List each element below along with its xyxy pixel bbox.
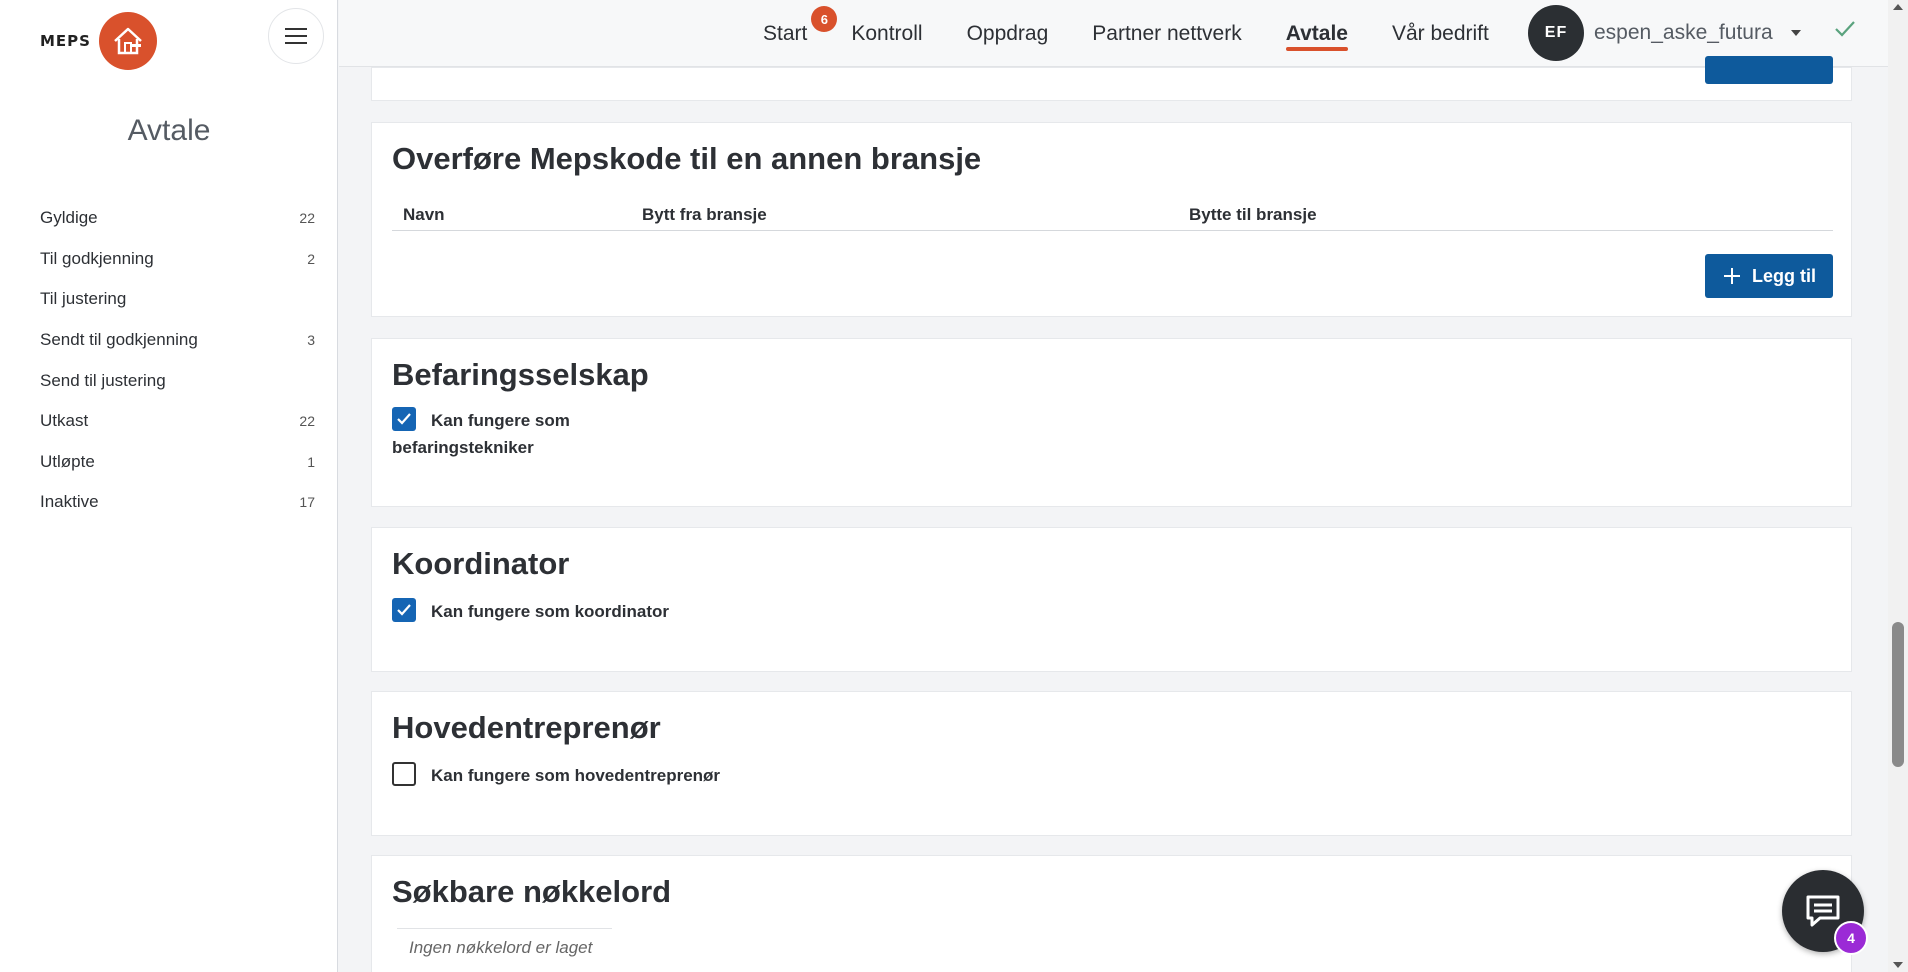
nav-item-label: Kontroll — [851, 21, 923, 45]
transfer-mepscode-section: Overføre Mepskode til en annen bransje N… — [371, 122, 1852, 317]
coordinator-section: Koordinator Kan fungere som koordinator — [371, 527, 1852, 672]
add-transfer-button[interactable]: Legg til — [1705, 254, 1833, 298]
checkbox-label: Kan fungere som hovedentreprenør — [431, 766, 721, 785]
nav-item-var-bedrift[interactable]: Vår bedrift — [1370, 0, 1511, 67]
partial-primary-button[interactable] — [1705, 56, 1833, 84]
divider — [397, 928, 612, 929]
inspection-company-section: Befaringsselskap Kan fungere som befarin… — [371, 338, 1852, 507]
section-title: Koordinator — [392, 546, 570, 581]
nav-item-kontroll[interactable]: Kontroll — [829, 0, 944, 67]
coordinator-checkbox[interactable] — [392, 598, 416, 622]
checkmark-icon — [397, 604, 411, 616]
sidebar-item-label: Utløpte — [40, 451, 95, 471]
column-header-bytt-fra-bransje: Bytt fra bransje — [642, 205, 767, 224]
section-title: Hovedentreprenør — [392, 710, 661, 745]
meps-logo[interactable]: MEPS — [40, 12, 157, 70]
sidebar: MEPS Avtale Gyldige 22 Til godkjenning 2 T… — [0, 0, 338, 972]
plus-icon — [1724, 268, 1740, 284]
sidebar-item-label: Til godkjenning — [40, 248, 154, 268]
main-nav: Start 6 Kontroll Oppdrag Partner nettver… — [741, 0, 1511, 67]
add-button-label: Legg til — [1752, 265, 1816, 286]
coordinator-checbox-row[interactable]: Kan fungere som koordinator — [392, 598, 669, 625]
sidebar-item-count: 1 — [307, 453, 315, 470]
inspection-checkbox-row[interactable]: Kan fungere som — [392, 407, 570, 434]
sidebar-item-label: Inaktive — [40, 492, 99, 512]
sidebar-item-count: 3 — [307, 332, 315, 349]
sidebar-item-label: Sendt til godkjenning — [40, 330, 198, 350]
column-header-navn: Navn — [403, 205, 445, 224]
nav-item-label: Avtale — [1285, 21, 1348, 45]
sidebar-title: Avtale — [127, 114, 211, 147]
checkbox-label-line2: befaringstekniker — [392, 438, 534, 457]
house-logo-icon — [98, 12, 157, 70]
sidebar-item-label: Send til justering — [40, 370, 166, 390]
contractor-checkbox[interactable] — [392, 762, 416, 786]
inspection-checkbox[interactable] — [392, 407, 416, 431]
section-title: Søkbare nøkkelord — [392, 874, 672, 909]
section-title: Befaringsselskap — [392, 357, 649, 392]
nav-item-start[interactable]: Start 6 — [741, 0, 838, 67]
checkbox-label-continuation: befaringstekniker — [392, 434, 534, 461]
scroll-thumb[interactable] — [1892, 622, 1904, 767]
vertical-scrollbar[interactable] — [1888, 0, 1908, 972]
top-navigation: Start 6 Kontroll Oppdrag Partner nettver… — [339, 0, 1888, 67]
sidebar-item-count: 22 — [299, 413, 315, 430]
checkmark-icon — [397, 413, 411, 425]
sidebar-menu: Gyldige 22 Til godkjenning 2 Til justering… — [40, 198, 315, 523]
sidebar-item-label: Gyldige — [40, 208, 98, 228]
sidebar-item-send-til-justering[interactable]: Send til justering — [40, 360, 315, 401]
user-menu[interactable]: EF espen_aske_futura — [1528, 2, 1801, 64]
nav-item-oppdrag[interactable]: Oppdrag — [945, 0, 1071, 67]
chat-notification-badge: 4 — [1834, 921, 1868, 955]
sidebar-item-til-godkjenning[interactable]: Til godkjenning 2 — [40, 239, 315, 280]
logo-text: MEPS — [40, 32, 91, 50]
username: espen_aske_futura — [1594, 21, 1773, 44]
sidebar-item-count: 17 — [299, 494, 315, 511]
section-title: Overføre Mepskode til en annen bransje — [392, 141, 982, 176]
scroll-down-icon[interactable] — [1893, 962, 1903, 968]
sidebar-item-inaktive[interactable]: Inaktive 17 — [40, 482, 315, 523]
sidebar-item-utkast[interactable]: Utkast 22 — [40, 401, 315, 442]
nav-item-label: Vår bedrift — [1391, 21, 1489, 45]
previous-section-card — [371, 56, 1852, 101]
main-contractor-section: Hovedentreprenør Kan fungere som hoveden… — [371, 691, 1852, 836]
sidebar-item-til-justering[interactable]: Til justering — [40, 279, 315, 320]
sidebar-item-count: 2 — [307, 250, 315, 267]
sidebar-item-gyldige[interactable]: Gyldige 22 — [40, 198, 315, 239]
avatar: EF — [1528, 5, 1584, 61]
nav-item-label: Start — [763, 21, 808, 45]
hamburger-menu-icon[interactable] — [268, 8, 324, 64]
nav-item-label: Partner nettverk — [1092, 21, 1242, 45]
sidebar-item-utlopte[interactable]: Utløpte 1 — [40, 442, 315, 483]
checkbox-label: Kan fungere som — [431, 411, 570, 430]
sidebar-item-label: Til justering — [40, 289, 127, 309]
scroll-up-icon[interactable] — [1893, 4, 1903, 10]
nav-item-label: Oppdrag — [966, 21, 1049, 45]
column-header-bytte-til-bransje: Bytte til bransje — [1189, 205, 1317, 224]
searchable-keywords-section: Søkbare nøkkelord Ingen nøkkelord er lag… — [371, 855, 1852, 972]
checkmark-icon[interactable] — [1830, 14, 1860, 49]
checkbox-label: Kan fungere som koordinator — [431, 602, 670, 621]
sidebar-item-count: 22 — [299, 210, 315, 227]
empty-keywords-text: Ingen nøkkelord er laget — [409, 938, 593, 957]
nav-item-partner-nettverk[interactable]: Partner nettverk — [1070, 0, 1263, 67]
caret-down-icon — [1790, 30, 1801, 36]
sidebar-item-sendt-til-godkjenning[interactable]: Sendt til godkjenning 3 — [40, 320, 315, 361]
contractor-checkbox-row[interactable]: Kan fungere som hovedentreprenør — [392, 762, 720, 789]
nav-item-avtale[interactable]: Avtale — [1264, 0, 1370, 67]
table-header: Navn Bytt fra bransje Bytte til bransje — [392, 201, 1833, 231]
sidebar-item-label: Utkast — [40, 411, 89, 431]
